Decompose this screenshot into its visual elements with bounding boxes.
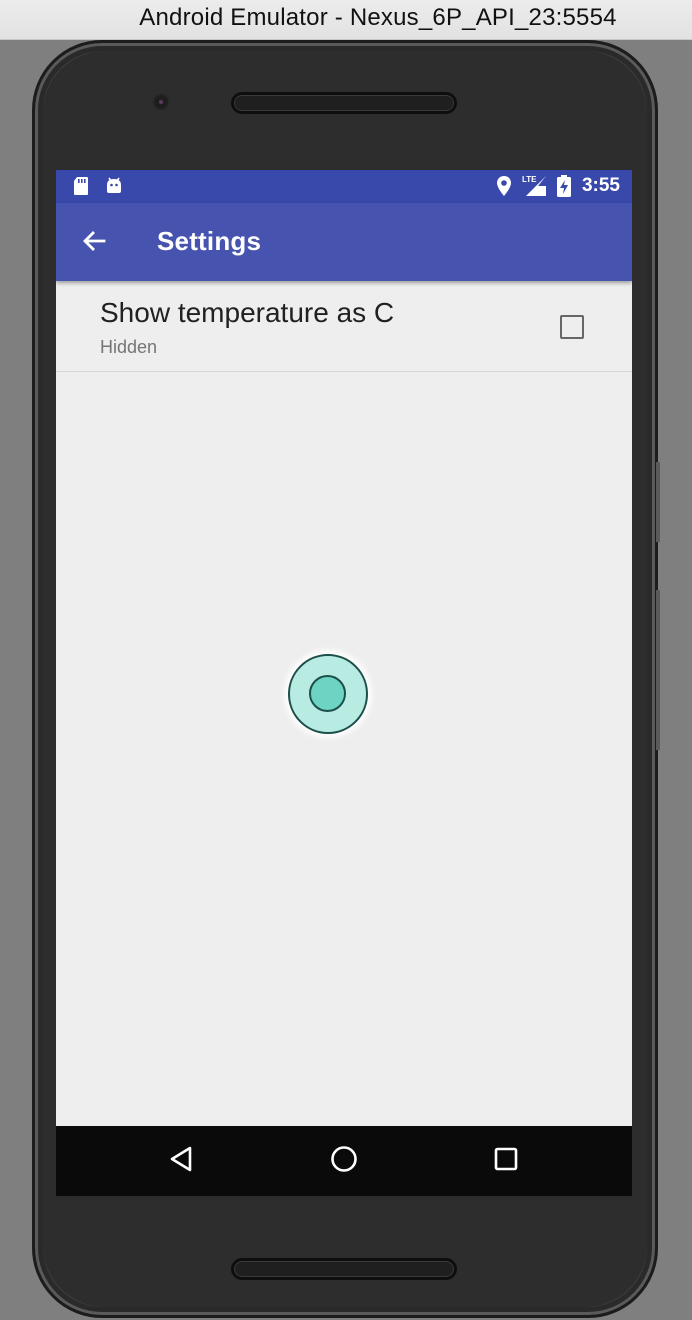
- temperature-checkbox[interactable]: [560, 315, 584, 339]
- app-bar: Settings: [56, 203, 632, 281]
- nav-recents-button[interactable]: [488, 1143, 524, 1179]
- navigation-bar: [56, 1126, 632, 1196]
- recents-square-icon: [492, 1145, 520, 1178]
- arrow-back-icon: [80, 227, 108, 260]
- nav-home-button[interactable]: [326, 1143, 362, 1179]
- location-icon: [496, 175, 512, 202]
- volume-button[interactable]: [656, 462, 660, 542]
- sd-card-icon: [72, 176, 90, 201]
- status-bar: LTE 3:55: [56, 170, 632, 203]
- window-titlebar: Android Emulator - Nexus_6P_API_23:5554: [0, 0, 692, 40]
- window-title: Android Emulator - Nexus_6P_API_23:5554: [139, 4, 617, 31]
- home-circle-icon: [329, 1144, 359, 1179]
- touch-indicator: [288, 654, 368, 734]
- touch-indicator-center: [309, 675, 346, 712]
- front-camera: [152, 93, 170, 111]
- lte-label: LTE: [522, 175, 537, 184]
- back-button[interactable]: [76, 225, 112, 261]
- bottom-speaker: [231, 1258, 457, 1280]
- preference-summary: Hidden: [100, 337, 158, 357]
- nav-back-button[interactable]: [164, 1143, 200, 1179]
- device-screen: LTE 3:55 Settings Show temperature as C …: [56, 170, 632, 1196]
- preference-item-temperature[interactable]: Show temperature as C Hidden: [56, 281, 632, 372]
- power-button[interactable]: [656, 590, 660, 750]
- top-speaker: [231, 92, 457, 114]
- android-icon: [104, 176, 124, 201]
- battery-charging-icon: [556, 174, 572, 203]
- back-triangle-icon: [168, 1145, 196, 1178]
- status-time: 3:55: [581, 175, 620, 196]
- lte-signal-icon: LTE: [522, 174, 548, 203]
- preference-title: Show temperature as C: [100, 297, 395, 328]
- page-title: Settings: [157, 226, 262, 256]
